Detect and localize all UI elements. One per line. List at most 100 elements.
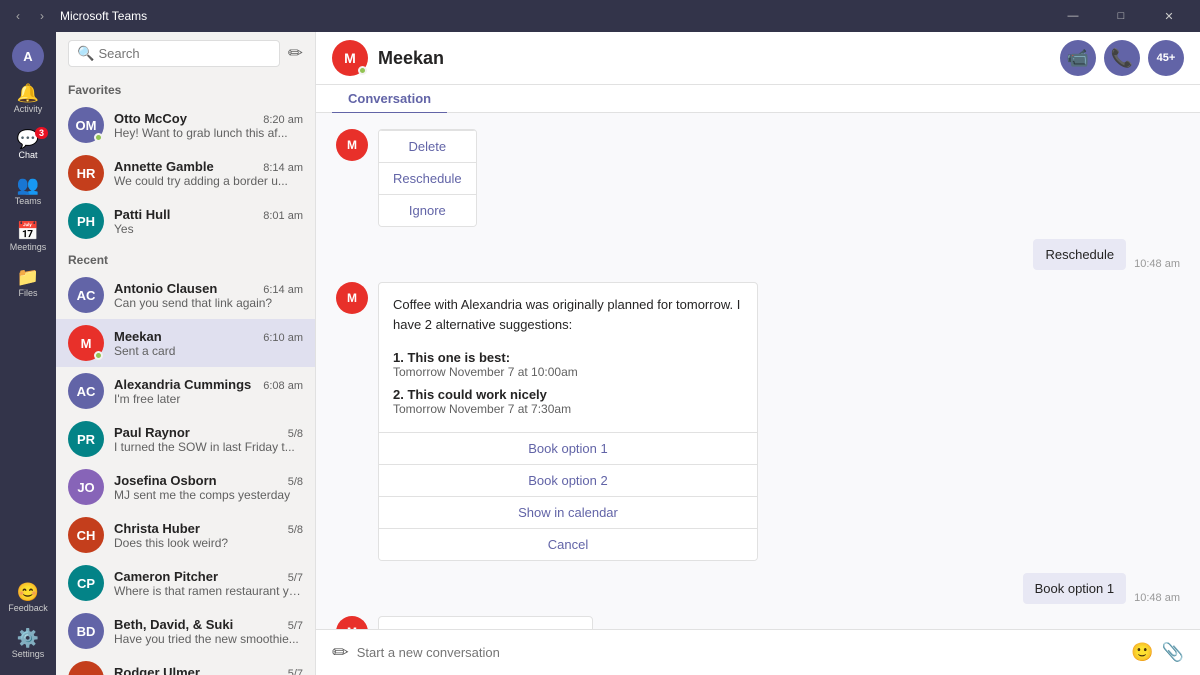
book-option-2-button[interactable]: Book option 2 — [379, 464, 757, 496]
delete-button[interactable]: Delete — [379, 130, 476, 162]
contact-preview-paul: I turned the SOW in last Friday t... — [114, 440, 303, 454]
sidebar-item-files[interactable]: 📁 Files — [0, 260, 56, 306]
format-button[interactable]: ✏ — [332, 640, 349, 665]
online-indicator-meekan — [94, 351, 103, 360]
schedule-card: Ok! here's your new schedule: Coffee wit… — [378, 616, 593, 629]
contact-list: Favorites OM Otto McCoy 8:20 am Hey! Wan… — [56, 75, 315, 675]
contact-preview-cameron: Where is that ramen restaurant yo... — [114, 584, 303, 598]
emoji-button[interactable]: 🙂 — [1131, 642, 1153, 663]
search-icon: 🔍 — [77, 45, 94, 62]
close-button[interactable]: ✕ — [1146, 0, 1192, 32]
nav-back-button[interactable]: ‹ — [8, 6, 28, 26]
maximize-button[interactable]: □ — [1098, 0, 1144, 32]
contact-avatar-patti: PH — [68, 203, 104, 239]
contact-time-alexandria: 6:08 am — [263, 380, 303, 392]
contact-item-alexandria[interactable]: AC Alexandria Cummings 6:08 am I'm free … — [56, 367, 315, 415]
messages-area: M Delete Reschedule Ignore Reschedule 10… — [316, 113, 1200, 629]
files-icon: 📁 — [17, 268, 39, 286]
audio-call-button[interactable]: 📞 — [1104, 40, 1140, 76]
option-sub-1: Tomorrow November 7 at 10:00am — [393, 365, 743, 379]
contact-preview-beth: Have you tried the new smoothie... — [114, 632, 303, 646]
contact-avatar-alexandria: AC — [68, 373, 104, 409]
chat-online-dot — [358, 66, 367, 75]
contact-item-otto[interactable]: OM Otto McCoy 8:20 am Hey! Want to grab … — [56, 101, 315, 149]
search-input[interactable] — [98, 46, 270, 61]
bot-avatar-3: M — [336, 616, 368, 629]
contact-item-rodger[interactable]: RU Rodger Ulmer 5/7 Can you check this c… — [56, 655, 315, 675]
bot-avatar-2: M — [336, 282, 368, 314]
book-option-1-button[interactable]: Book option 1 — [379, 432, 757, 464]
contact-name-christa: Christa Huber — [114, 521, 200, 536]
titlebar-nav: ‹ › — [8, 6, 52, 26]
tab-conversation[interactable]: Conversation — [332, 85, 447, 114]
contact-item-annette[interactable]: HR Annette Gamble 8:14 am We could try a… — [56, 149, 315, 197]
user-message-1: Reschedule 10:48 am — [336, 239, 1180, 270]
user-bubble-2: Book option 1 — [1023, 573, 1127, 604]
contact-name-beth: Beth, David, & Suki — [114, 617, 233, 632]
input-actions: 🙂 📎 — [1131, 642, 1184, 663]
video-call-button[interactable]: 📹 — [1060, 40, 1096, 76]
compose-button[interactable]: ✏ — [288, 43, 303, 64]
contact-item-beth[interactable]: BD Beth, David, & Suki 5/7 Have you trie… — [56, 607, 315, 655]
contact-time-cameron: 5/7 — [288, 572, 303, 584]
contact-avatar-josefina: JO — [68, 469, 104, 505]
sidebar-label-feedback: Feedback — [8, 603, 48, 613]
user-message-2: Book option 1 10:48 am — [336, 573, 1180, 604]
app-title: Microsoft Teams — [60, 9, 1050, 23]
contact-avatar-rodger: RU — [68, 661, 104, 675]
user-avatar[interactable]: A — [12, 40, 44, 72]
chat-header: M Meekan 📹 📞 45+ — [316, 32, 1200, 85]
contact-name-otto: Otto McCoy — [114, 111, 187, 126]
contact-time-paul: 5/8 — [288, 428, 303, 440]
more-options-button[interactable]: 45+ — [1148, 40, 1184, 76]
contact-time-meekan: 6:10 am — [263, 332, 303, 344]
sidebar-label-activity: Activity — [14, 104, 43, 114]
chat-area: M Meekan 📹 📞 45+ Conversation M Delete R… — [316, 32, 1200, 675]
contact-preview-alexandria: I'm free later — [114, 392, 303, 406]
attach-button[interactable]: 📎 — [1162, 642, 1184, 663]
minimize-button[interactable]: — — [1050, 0, 1096, 32]
contact-item-josefina[interactable]: JO Josefina Osborn 5/8 MJ sent me the co… — [56, 463, 315, 511]
header-actions: 📹 📞 45+ — [1060, 40, 1184, 76]
contact-item-antonio[interactable]: AC Antonio Clausen 6:14 am Can you send … — [56, 271, 315, 319]
contact-item-meekan[interactable]: M Meekan 6:10 am Sent a card — [56, 319, 315, 367]
contact-item-patti[interactable]: PH Patti Hull 8:01 am Yes — [56, 197, 315, 245]
option-number-1: 1. This one is best: — [393, 350, 743, 365]
sidebar-label-chat: Chat — [18, 150, 37, 160]
contact-panel: 🔍 ✏ Favorites OM Otto McCoy 8:20 am Hey! — [56, 32, 316, 675]
contact-avatar-annette: HR — [68, 155, 104, 191]
show-calendar-button[interactable]: Show in calendar — [379, 496, 757, 528]
contact-name-annette: Annette Gamble — [114, 159, 214, 174]
message-card-1: Delete Reschedule Ignore — [378, 129, 477, 227]
contact-preview-annette: We could try adding a border u... — [114, 174, 303, 188]
sidebar-item-chat[interactable]: 3 💬 Chat — [0, 122, 56, 168]
sidebar-item-feedback[interactable]: 😊 Feedback — [8, 575, 48, 621]
search-input-wrap[interactable]: 🔍 — [68, 40, 280, 67]
contact-item-cameron[interactable]: CP Cameron Pitcher 5/7 Where is that ram… — [56, 559, 315, 607]
sidebar-bottom: 😊 Feedback ⚙️ Settings — [8, 575, 48, 667]
titlebar: ‹ › Microsoft Teams — □ ✕ — [0, 0, 1200, 32]
option-number-2: 2. This could work nicely — [393, 387, 743, 402]
contact-name-patti: Patti Hull — [114, 207, 170, 222]
sidebar-label-files: Files — [18, 288, 37, 298]
sidebar-item-teams[interactable]: 👥 Teams — [0, 168, 56, 214]
contact-item-christa[interactable]: CH Christa Huber 5/8 Does this look weir… — [56, 511, 315, 559]
contact-info-annette: Annette Gamble 8:14 am We could try addi… — [114, 159, 303, 188]
contact-time-patti: 8:01 am — [263, 210, 303, 222]
sidebar-item-meetings[interactable]: 📅 Meetings — [0, 214, 56, 260]
contact-time-otto: 8:20 am — [263, 114, 303, 126]
contact-avatar-cameron: CP — [68, 565, 104, 601]
sidebar-item-activity[interactable]: 🔔 Activity — [0, 76, 56, 122]
nav-forward-button[interactable]: › — [32, 6, 52, 26]
search-bar: 🔍 ✏ — [56, 32, 315, 75]
contact-time-josefina: 5/8 — [288, 476, 303, 488]
contact-name-meekan: Meekan — [114, 329, 162, 344]
ignore-button[interactable]: Ignore — [379, 194, 476, 226]
message-input[interactable] — [357, 645, 1123, 660]
window-controls: — □ ✕ — [1050, 0, 1192, 32]
sidebar-item-settings[interactable]: ⚙️ Settings — [8, 621, 48, 667]
contact-item-paul[interactable]: PR Paul Raynor 5/8 I turned the SOW in l… — [56, 415, 315, 463]
cancel-button[interactable]: Cancel — [379, 528, 757, 560]
reschedule-button-1[interactable]: Reschedule — [379, 162, 476, 194]
contact-time-beth: 5/7 — [288, 620, 303, 632]
